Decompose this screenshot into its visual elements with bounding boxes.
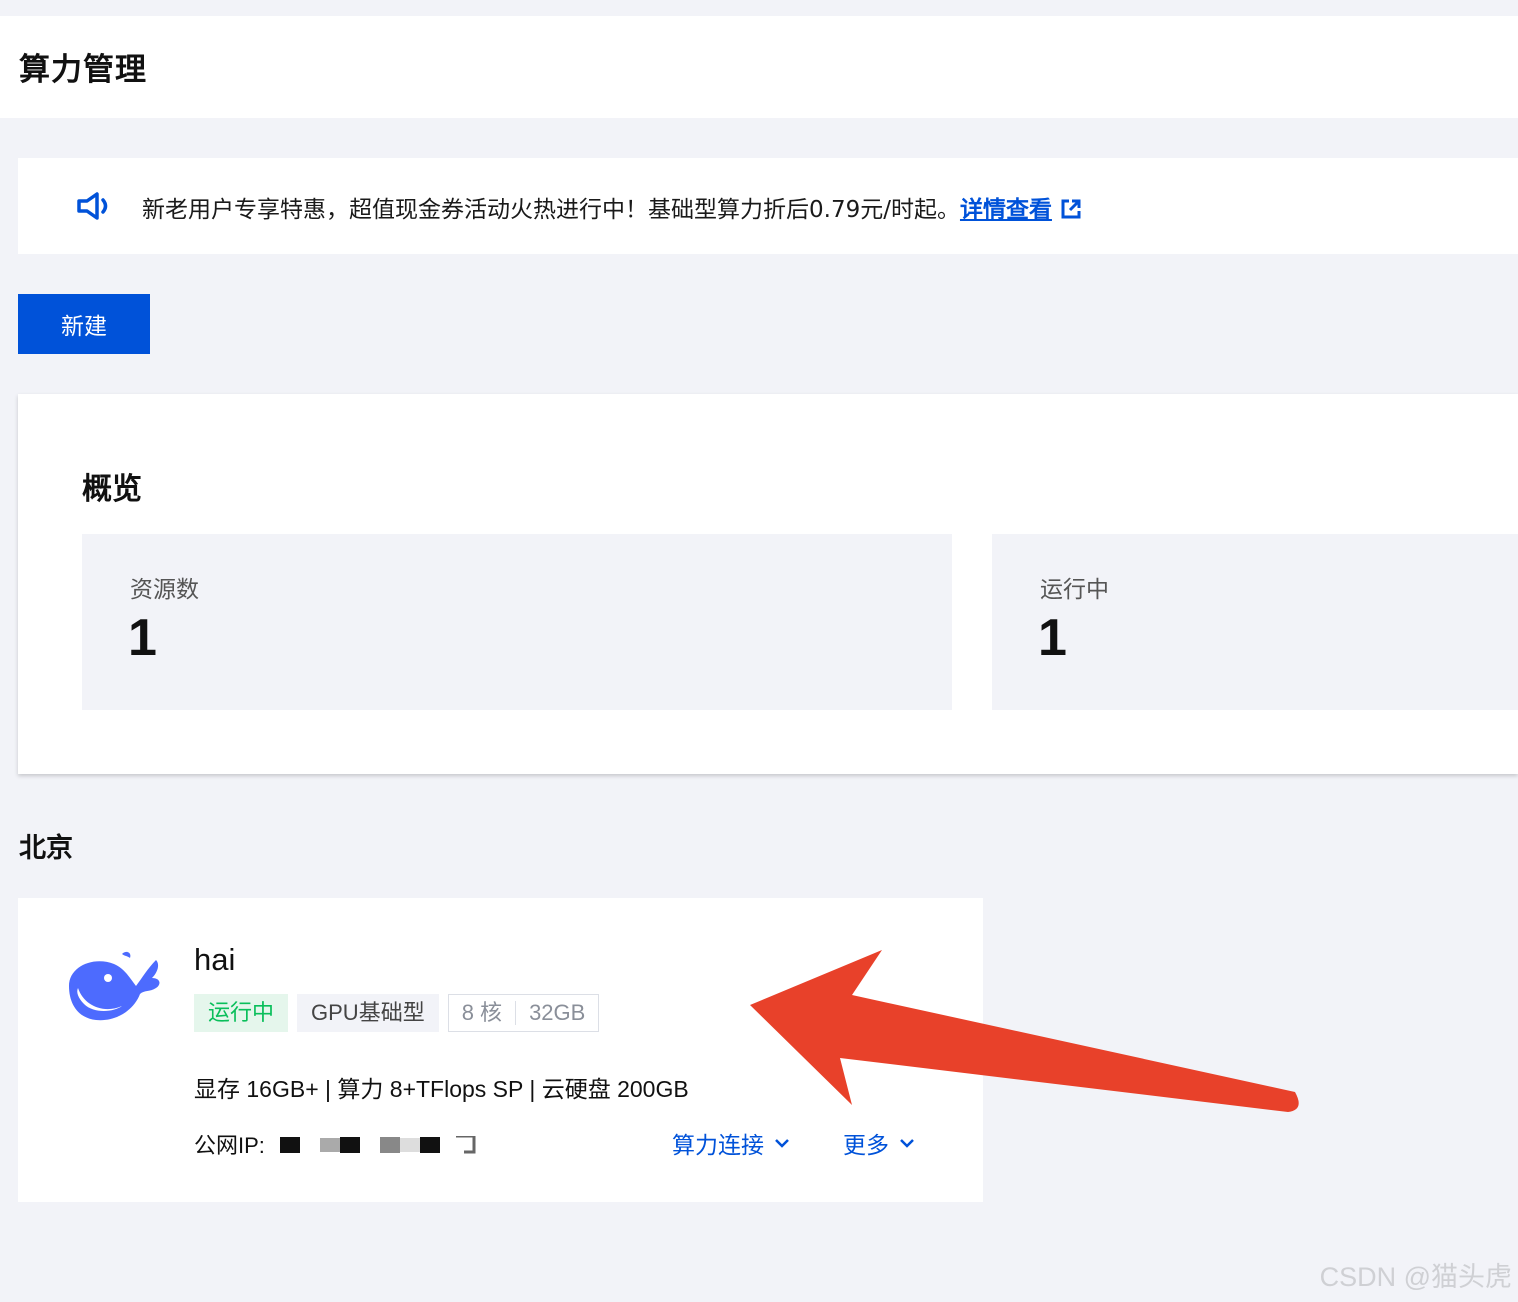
memory-value: 32GB (529, 1000, 586, 1025)
watermark: CSDN @猫头虎 (1319, 1262, 1512, 1292)
ip-mask-icon (280, 1136, 476, 1154)
page-header: 算力管理 (0, 16, 1518, 118)
details-link[interactable]: 详情查看 (960, 197, 1052, 223)
instance-name[interactable]: hai (194, 942, 235, 978)
status-badge: 运行中 (194, 994, 289, 1032)
ip-label: 公网IP: (194, 1133, 265, 1158)
stat-value: 1 (1038, 609, 1067, 667)
page-title: 算力管理 (19, 52, 147, 88)
compute-connect-dropdown[interactable]: 算力连接 (672, 1126, 790, 1160)
instance-specs: 显存 16GB+ | 算力 8+TFlops SP | 云硬盘 200GB (194, 1076, 689, 1102)
external-link-icon[interactable] (1060, 198, 1082, 220)
instance-card[interactable]: hai 运行中 GPU基础型 8 核 32GB 显存 16GB+ | 算力 8+… (18, 898, 983, 1202)
speaker-icon (77, 192, 108, 220)
promo-banner: 新老用户专享特惠，超值现金券活动火热进行中！基础型算力折后0.79元/时起。详情… (18, 158, 1518, 254)
instance-tags: 运行中 GPU基础型 8 核 32GB (194, 994, 600, 1032)
whale-logo-icon (69, 951, 160, 1021)
stat-card-resources: 资源数 1 (82, 534, 952, 710)
stat-value: 1 (128, 609, 157, 667)
overview-title: 概览 (82, 472, 142, 507)
more-label: 更多 (843, 1133, 889, 1159)
chevron-down-icon (775, 1139, 789, 1148)
more-dropdown[interactable]: 更多 (843, 1126, 915, 1160)
cores-value: 8 核 (461, 1000, 503, 1025)
banner-text-wrap: 新老用户专享特惠，超值现金券活动火热进行中！基础型算力折后0.79元/时起。详情… (142, 190, 1082, 224)
stat-label: 运行中 (1040, 577, 1109, 603)
banner-message: 新老用户专享特惠，超值现金券活动火热进行中！基础型算力折后0.79元/时起。 (142, 197, 960, 223)
chevron-down-icon (900, 1139, 914, 1148)
overview-panel: 概览 资源数 1 运行中 1 (18, 394, 1518, 774)
type-badge: GPU基础型 (297, 994, 439, 1032)
compute-connect-label: 算力连接 (672, 1133, 764, 1159)
stat-label: 资源数 (130, 577, 199, 603)
spec-badge: 8 核 32GB (447, 994, 600, 1032)
new-button[interactable]: 新建 (18, 294, 150, 354)
region-title: 北京 (19, 833, 73, 864)
stat-card-running: 运行中 1 (992, 534, 1518, 710)
